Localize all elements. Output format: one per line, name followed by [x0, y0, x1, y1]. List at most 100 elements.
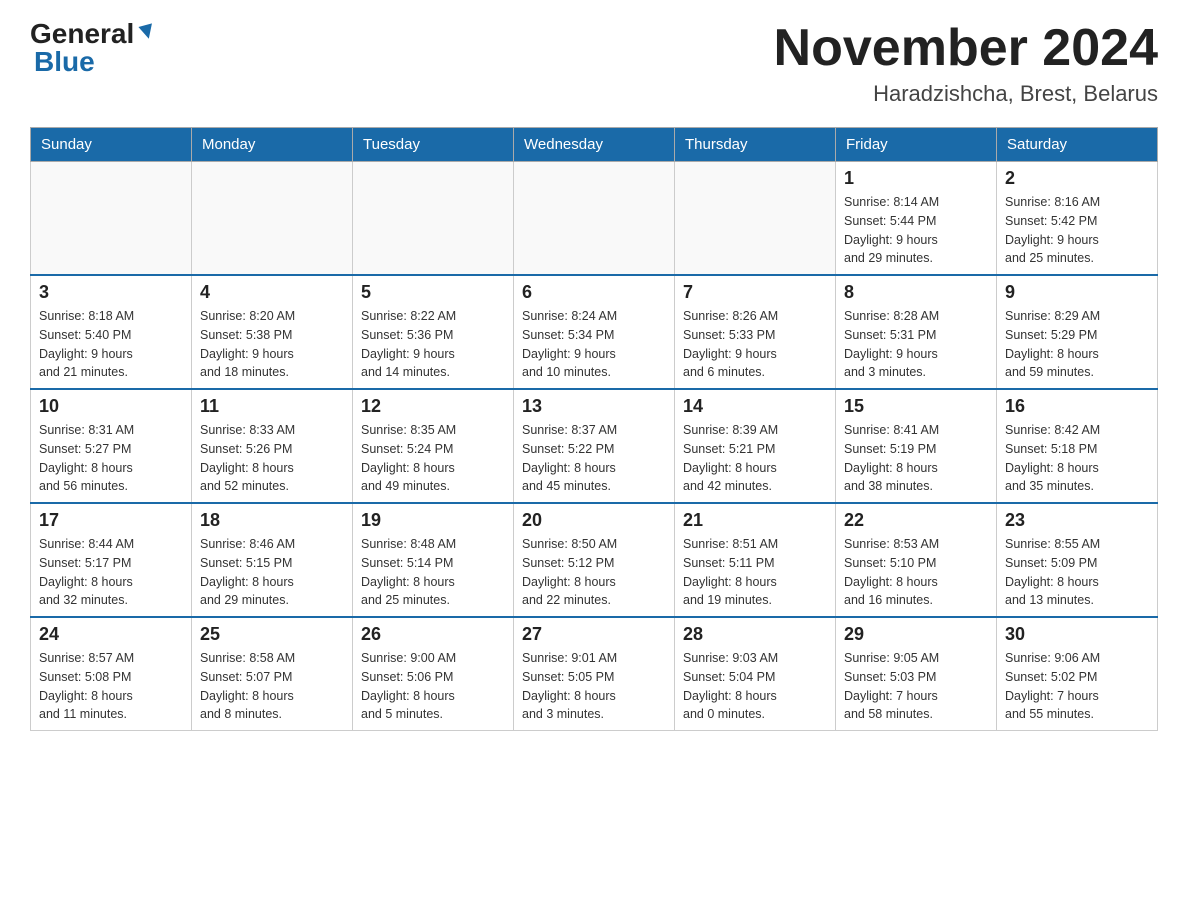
col-saturday: Saturday: [997, 128, 1158, 162]
day-info: Sunrise: 8:22 AMSunset: 5:36 PMDaylight:…: [361, 307, 505, 382]
table-row: 16 Sunrise: 8:42 AMSunset: 5:18 PMDayligh…: [997, 389, 1158, 503]
day-number: 25: [200, 624, 344, 645]
day-number: 4: [200, 282, 344, 303]
day-info: Sunrise: 8:16 AMSunset: 5:42 PMDaylight:…: [1005, 193, 1149, 268]
table-row: 21 Sunrise: 8:51 AMSunset: 5:11 PMDayligh…: [675, 503, 836, 617]
calendar-week-row: 1 Sunrise: 8:14 AMSunset: 5:44 PMDaylight…: [31, 162, 1158, 276]
table-row: 25Sunrise: 8:58 AMSunset: 5:07 PMDayligh…: [192, 617, 353, 731]
day-number: 19: [361, 510, 505, 531]
calendar-week-row: 24 Sunrise: 8:57 AMSunset: 5:08 PMDayligh…: [31, 617, 1158, 731]
day-number: 7: [683, 282, 827, 303]
day-number: 9: [1005, 282, 1149, 303]
table-row: 26Sunrise: 9:00 AMSunset: 5:06 PMDayligh…: [353, 617, 514, 731]
col-monday: Monday: [192, 128, 353, 162]
table-row: [353, 162, 514, 276]
table-row: 6 Sunrise: 8:24 AMSunset: 5:34 PMDaylight…: [514, 275, 675, 389]
day-info: Sunrise: 8:24 AMSunset: 5:34 PMDaylight:…: [522, 307, 666, 382]
day-info: Sunrise: 8:39 AMSunset: 5:21 PMDaylight:…: [683, 421, 827, 496]
day-info: Sunrise: 8:18 AMSunset: 5:40 PMDaylight:…: [39, 307, 183, 382]
day-info: Sunrise: 9:03 AMSunset: 5:04 PMDaylight:…: [683, 649, 827, 724]
col-thursday: Thursday: [675, 128, 836, 162]
logo-general-text: General: [30, 20, 134, 48]
day-info: Sunrise: 9:05 AMSunset: 5:03 PMDaylight:…: [844, 649, 988, 724]
day-number: 6: [522, 282, 666, 303]
main-title: November 2024: [774, 20, 1158, 77]
table-row: 7 Sunrise: 8:26 AMSunset: 5:33 PMDaylight…: [675, 275, 836, 389]
day-info: Sunrise: 8:44 AMSunset: 5:17 PMDaylight:…: [39, 535, 183, 610]
page-header: General Blue November 2024 Haradzishcha,…: [30, 20, 1158, 107]
day-info: Sunrise: 8:42 AMSunset: 5:18 PMDaylight:…: [1005, 421, 1149, 496]
day-info: Sunrise: 8:37 AMSunset: 5:22 PMDaylight:…: [522, 421, 666, 496]
day-info: Sunrise: 8:41 AMSunset: 5:19 PMDaylight:…: [844, 421, 988, 496]
day-number: 21: [683, 510, 827, 531]
day-info: Sunrise: 8:35 AMSunset: 5:24 PMDaylight:…: [361, 421, 505, 496]
day-info: Sunrise: 8:31 AMSunset: 5:27 PMDaylight:…: [39, 421, 183, 496]
day-info: Sunrise: 8:26 AMSunset: 5:33 PMDaylight:…: [683, 307, 827, 382]
table-row: 1 Sunrise: 8:14 AMSunset: 5:44 PMDaylight…: [836, 162, 997, 276]
day-info: Sunrise: 8:29 AMSunset: 5:29 PMDaylight:…: [1005, 307, 1149, 382]
day-number: 13: [522, 396, 666, 417]
day-number: 23: [1005, 510, 1149, 531]
table-row: 19 Sunrise: 8:48 AMSunset: 5:14 PMDayligh…: [353, 503, 514, 617]
day-number: 5: [361, 282, 505, 303]
day-number: 18: [200, 510, 344, 531]
day-info: Sunrise: 8:50 AMSunset: 5:12 PMDaylight:…: [522, 535, 666, 610]
day-number: 3: [39, 282, 183, 303]
table-row: 12 Sunrise: 8:35 AMSunset: 5:24 PMDayligh…: [353, 389, 514, 503]
table-row: 3 Sunrise: 8:18 AMSunset: 5:40 PMDaylight…: [31, 275, 192, 389]
day-info: Sunrise: 8:48 AMSunset: 5:14 PMDaylight:…: [361, 535, 505, 610]
day-number: 2: [1005, 168, 1149, 189]
day-info: Sunrise: 8:57 AMSunset: 5:08 PMDaylight:…: [39, 649, 183, 724]
table-row: 9 Sunrise: 8:29 AMSunset: 5:29 PMDaylight…: [997, 275, 1158, 389]
table-row: [675, 162, 836, 276]
day-number: 30: [1005, 624, 1149, 645]
subtitle: Haradzishcha, Brest, Belarus: [774, 81, 1158, 107]
day-number: 28: [683, 624, 827, 645]
table-row: 13 Sunrise: 8:37 AMSunset: 5:22 PMDayligh…: [514, 389, 675, 503]
table-row: 30Sunrise: 9:06 AMSunset: 5:02 PMDayligh…: [997, 617, 1158, 731]
calendar-week-row: 17 Sunrise: 8:44 AMSunset: 5:17 PMDayligh…: [31, 503, 1158, 617]
logo: General Blue: [30, 20, 158, 76]
day-number: 1: [844, 168, 988, 189]
logo-blue-text: Blue: [34, 46, 95, 77]
day-number: 17: [39, 510, 183, 531]
table-row: 18 Sunrise: 8:46 AMSunset: 5:15 PMDayligh…: [192, 503, 353, 617]
table-row: 24 Sunrise: 8:57 AMSunset: 5:08 PMDayligh…: [31, 617, 192, 731]
table-row: [31, 162, 192, 276]
day-info: Sunrise: 8:33 AMSunset: 5:26 PMDaylight:…: [200, 421, 344, 496]
table-row: 23 Sunrise: 8:55 AMSunset: 5:09 PMDayligh…: [997, 503, 1158, 617]
day-info: Sunrise: 9:01 AMSunset: 5:05 PMDaylight:…: [522, 649, 666, 724]
table-row: 28 Sunrise: 9:03 AMSunset: 5:04 PMDayligh…: [675, 617, 836, 731]
day-number: 24: [39, 624, 183, 645]
day-number: 26: [361, 624, 505, 645]
calendar-week-row: 10 Sunrise: 8:31 AMSunset: 5:27 PMDayligh…: [31, 389, 1158, 503]
table-row: 2 Sunrise: 8:16 AMSunset: 5:42 PMDaylight…: [997, 162, 1158, 276]
table-row: 10 Sunrise: 8:31 AMSunset: 5:27 PMDayligh…: [31, 389, 192, 503]
day-number: 12: [361, 396, 505, 417]
calendar-week-row: 3 Sunrise: 8:18 AMSunset: 5:40 PMDaylight…: [31, 275, 1158, 389]
day-number: 11: [200, 396, 344, 417]
day-info: Sunrise: 8:14 AMSunset: 5:44 PMDaylight:…: [844, 193, 988, 268]
day-info: Sunrise: 8:46 AMSunset: 5:15 PMDaylight:…: [200, 535, 344, 610]
col-sunday: Sunday: [31, 128, 192, 162]
day-number: 15: [844, 396, 988, 417]
day-info: Sunrise: 8:51 AMSunset: 5:11 PMDaylight:…: [683, 535, 827, 610]
day-number: 16: [1005, 396, 1149, 417]
table-row: 11 Sunrise: 8:33 AMSunset: 5:26 PMDayligh…: [192, 389, 353, 503]
day-info: Sunrise: 8:55 AMSunset: 5:09 PMDaylight:…: [1005, 535, 1149, 610]
day-info: Sunrise: 8:20 AMSunset: 5:38 PMDaylight:…: [200, 307, 344, 382]
day-number: 14: [683, 396, 827, 417]
day-number: 27: [522, 624, 666, 645]
table-row: 29 Sunrise: 9:05 AMSunset: 5:03 PMDayligh…: [836, 617, 997, 731]
table-row: 5 Sunrise: 8:22 AMSunset: 5:36 PMDaylight…: [353, 275, 514, 389]
day-number: 10: [39, 396, 183, 417]
table-row: 15 Sunrise: 8:41 AMSunset: 5:19 PMDayligh…: [836, 389, 997, 503]
day-number: 29: [844, 624, 988, 645]
calendar-table: Sunday Monday Tuesday Wednesday Thursday…: [30, 127, 1158, 731]
table-row: [192, 162, 353, 276]
day-number: 20: [522, 510, 666, 531]
day-number: 22: [844, 510, 988, 531]
col-tuesday: Tuesday: [353, 128, 514, 162]
logo-triangle-icon: [136, 21, 158, 43]
day-info: Sunrise: 8:53 AMSunset: 5:10 PMDaylight:…: [844, 535, 988, 610]
